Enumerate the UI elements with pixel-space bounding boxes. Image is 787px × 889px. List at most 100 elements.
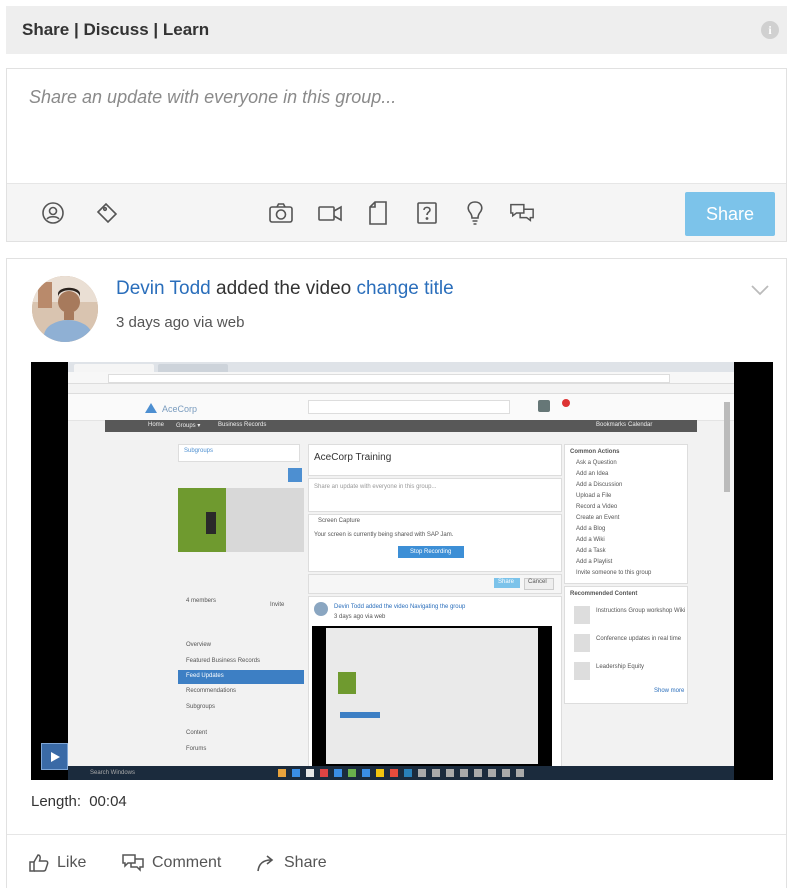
share-label: Share xyxy=(284,854,327,871)
video-nav-bookmarks: Bookmarks xyxy=(596,422,627,428)
video-nav-home: Home xyxy=(148,422,165,428)
video-side-item: Featured Business Records xyxy=(186,658,261,664)
taskbar-app-icon xyxy=(488,769,496,777)
video-common-action: Add a Blog xyxy=(576,526,606,532)
video-side-item: Forums xyxy=(186,746,207,752)
video-invite: Invite xyxy=(270,602,285,608)
thumbs-up-icon xyxy=(29,854,49,872)
video-show-more: Show more xyxy=(654,688,685,694)
taskbar-app-icon xyxy=(390,769,398,777)
chevron-down-icon[interactable] xyxy=(750,283,770,297)
video-share: Share xyxy=(498,579,515,585)
taskbar-app-icon xyxy=(306,769,314,777)
video-inner-post: Devin Todd added the video Navigating th… xyxy=(334,604,466,610)
post-meta: 3 days ago via web xyxy=(116,314,245,331)
comment-label: Comment xyxy=(152,854,222,871)
video-length-value: 00:04 xyxy=(89,793,127,810)
video-recommended-item: Leadership Equity xyxy=(596,664,645,670)
post-headline: Devin Todd added the video change title xyxy=(116,278,454,300)
video-common-action: Invite someone to this group xyxy=(576,570,652,576)
taskbar-app-icon xyxy=(474,769,482,777)
video-taskbar-search: Search Windows xyxy=(90,770,136,776)
video-side-item: Subgroups xyxy=(186,704,216,710)
video-common-action: Add a Wiki xyxy=(576,537,605,543)
video-player[interactable]: AceCorp Home Groups ▾ Business Records B… xyxy=(31,362,773,780)
play-button[interactable] xyxy=(41,743,68,770)
video-common-action: Ask a Question xyxy=(576,460,617,466)
video-cancel: Cancel xyxy=(528,579,547,585)
taskbar-app-icon xyxy=(432,769,440,777)
question-icon[interactable] xyxy=(414,200,440,226)
feed-post: Devin Todd added the video change title … xyxy=(6,258,787,888)
tag-icon[interactable] xyxy=(94,200,120,226)
video-stop-recording: Stop Recording xyxy=(410,549,452,555)
video-recommended-item: Instructions Group workshop Wiki xyxy=(596,608,686,614)
author-link[interactable]: Devin Todd xyxy=(116,278,211,299)
taskbar-app-icon xyxy=(460,769,468,777)
video-common-action: Create an Event xyxy=(576,515,620,521)
video-common-action: Add a Discussion xyxy=(576,482,623,488)
video-subgroups: Subgroups xyxy=(184,448,214,454)
taskbar-app-icon xyxy=(334,769,342,777)
composer-toolbar: Share xyxy=(7,183,786,241)
video-screen-capture-text: Your screen is currently being shared wi… xyxy=(314,532,454,538)
share-arrow-icon xyxy=(257,855,274,872)
video-common-actions-title: Common Actions xyxy=(570,449,620,455)
video-common-action: Add an Idea xyxy=(576,471,609,477)
video-nav-records: Business Records xyxy=(218,422,267,428)
taskbar-app-icon xyxy=(446,769,454,777)
taskbar-app-icon xyxy=(404,769,412,777)
like-label: Like xyxy=(57,854,87,871)
video-common-action: Upload a File xyxy=(576,493,612,499)
video-brand: AceCorp xyxy=(162,404,198,414)
info-icon[interactable]: i xyxy=(761,21,779,39)
camera-icon[interactable] xyxy=(268,200,294,226)
group-header: Share | Discuss | Learn i xyxy=(6,6,787,54)
taskbar-app-icon xyxy=(348,769,356,777)
video-side-item-active: Feed Updates xyxy=(186,673,224,679)
group-title: Share | Discuss | Learn xyxy=(22,20,210,39)
taskbar-app-icon xyxy=(320,769,328,777)
play-icon xyxy=(50,751,60,762)
video-length-label: Length: xyxy=(31,793,82,810)
share-button[interactable]: Share xyxy=(685,192,775,236)
video-recommended-title: Recommended Content xyxy=(570,591,638,597)
video-screen-capture: Screen Capture xyxy=(318,518,361,524)
mention-icon[interactable] xyxy=(40,200,66,226)
video-nav-groups: Groups ▾ xyxy=(176,423,201,429)
taskbar-app-icon xyxy=(418,769,426,777)
video-icon[interactable] xyxy=(317,200,343,226)
video-side-item: Overview xyxy=(186,642,212,648)
video-length: Length: 00:04 xyxy=(31,793,127,810)
document-icon[interactable] xyxy=(365,200,391,226)
video-common-action: Record a Video xyxy=(576,504,618,510)
comment-icon xyxy=(122,854,144,872)
post-actions: Like Comment Share xyxy=(7,834,786,889)
idea-icon[interactable] xyxy=(462,200,488,226)
share-post-button[interactable]: Share xyxy=(256,854,327,872)
discussion-icon[interactable] xyxy=(509,200,535,226)
taskbar-app-icon xyxy=(362,769,370,777)
video-title-link[interactable]: change title xyxy=(357,278,454,299)
like-button[interactable]: Like xyxy=(29,854,86,872)
video-common-action: Add a Task xyxy=(576,548,606,554)
video-frame: AceCorp Home Groups ▾ Business Records B… xyxy=(68,362,734,766)
update-input[interactable] xyxy=(7,69,786,183)
taskbar-app-icon xyxy=(502,769,510,777)
taskbar-app-icon xyxy=(278,769,286,777)
post-action-text: added the video xyxy=(216,278,352,299)
video-taskbar: Search Windows xyxy=(68,766,734,780)
avatar[interactable] xyxy=(32,276,98,342)
video-common-action: Add a Playlist xyxy=(576,559,613,565)
video-side-item: Recommendations xyxy=(186,688,237,694)
video-nav-calendar: Calendar xyxy=(628,422,653,428)
video-members: 4 members xyxy=(186,598,217,604)
update-composer: Share xyxy=(6,68,787,242)
video-side-item: Content xyxy=(186,730,208,736)
video-inner-meta: 3 days ago via web xyxy=(334,614,386,620)
video-recommended-item: Conference updates in real time xyxy=(596,636,682,642)
taskbar-app-icon xyxy=(516,769,524,777)
comment-button[interactable]: Comment xyxy=(122,854,221,872)
taskbar-app-icon xyxy=(292,769,300,777)
video-group-title: AceCorp Training xyxy=(314,452,392,463)
